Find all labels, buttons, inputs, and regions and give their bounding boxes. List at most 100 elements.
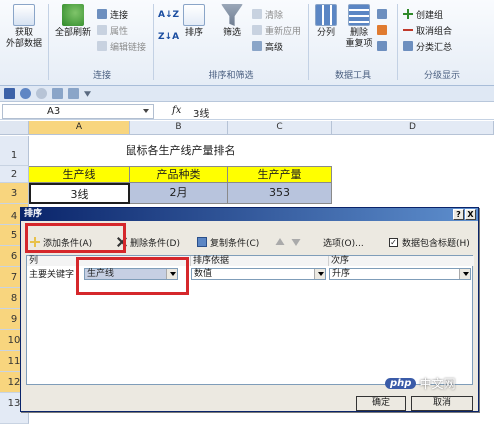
delete-condition-button[interactable]: 删除条件(D)	[117, 234, 180, 250]
filter-funnel-icon	[221, 4, 243, 26]
name-box[interactable]: A3	[2, 104, 154, 119]
dialog-title-bar: 排序	[21, 208, 478, 221]
arrow-down-icon	[291, 239, 301, 246]
subtotal-button[interactable]: 分类汇总	[403, 39, 452, 53]
sort-ascending-button[interactable]: A↓Z	[158, 8, 179, 22]
filter-button[interactable]: 筛选	[218, 4, 246, 39]
name-box-dropdown-icon[interactable]	[143, 109, 149, 113]
reapply-label: 重新应用	[265, 26, 302, 37]
sheet-title-cell[interactable]: 鼠标各生产线产量排名	[29, 136, 332, 166]
group-label-outline: 分级显示	[423, 71, 460, 81]
row-header[interactable]: 1	[0, 136, 29, 166]
insert-function-icon[interactable]: fx	[172, 105, 181, 116]
clear-filter-button[interactable]: 清除	[252, 7, 283, 21]
edit-links-button[interactable]: 编辑链接	[97, 39, 146, 53]
ungroup-label: 取消组合	[416, 26, 453, 37]
database-icon	[13, 4, 35, 26]
connections-icon	[97, 9, 107, 19]
consolidate-button[interactable]	[377, 23, 390, 37]
consolidate-icon	[377, 25, 387, 35]
properties-button[interactable]: 属性	[97, 23, 128, 37]
undo-icon[interactable]	[20, 88, 31, 99]
options-label: 选项(O)...	[323, 238, 364, 249]
column-header-b[interactable]: B	[130, 121, 228, 135]
group-label-sort-filter: 排序和筛选	[208, 71, 254, 81]
chevron-down-icon[interactable]	[459, 269, 470, 279]
what-if-button[interactable]	[377, 39, 390, 53]
has-headers-checkbox[interactable]: ✓ 数据包含标题(H)	[389, 234, 470, 250]
php-logo: php	[385, 378, 417, 389]
ungroup-button[interactable]: 取消组合	[403, 23, 452, 37]
clear-filter-label: 清除	[265, 10, 284, 21]
refresh-all-button[interactable]: 全部刷新	[53, 4, 93, 39]
move-up-button[interactable]	[275, 234, 288, 250]
sort-quick-icon[interactable]	[68, 88, 79, 99]
subtotal-icon	[403, 41, 413, 51]
sort-descending-icon: Z↓A	[158, 32, 180, 42]
split-columns-icon	[315, 4, 337, 26]
group-label-connections: 连接	[92, 71, 111, 81]
row-header[interactable]: 3	[0, 183, 29, 204]
customize-dropdown-icon[interactable]	[84, 91, 91, 97]
data-cell[interactable]: 353	[228, 183, 332, 204]
help-button[interactable]: ?	[453, 209, 464, 220]
active-cell-a3[interactable]: 3线	[29, 183, 130, 204]
redo-icon[interactable]	[36, 88, 47, 99]
header-cell-product-type[interactable]: 产品种类	[130, 166, 228, 183]
refresh-all-label: 全部刷新	[54, 28, 91, 38]
group-label: 创建组	[416, 10, 444, 21]
sort-button[interactable]: 排序	[180, 4, 208, 39]
copy-condition-label: 复制条件(C)	[210, 238, 260, 249]
copy-condition-button[interactable]: 复制条件(C)	[197, 234, 259, 250]
filter-label: 筛选	[222, 28, 241, 38]
arrow-up-icon	[275, 238, 285, 245]
column-header-d[interactable]: D	[332, 121, 494, 135]
row-header[interactable]: 2	[0, 166, 29, 183]
text-to-columns-label: 分列	[316, 28, 335, 38]
chevron-down-icon[interactable]	[314, 269, 325, 279]
formula-input[interactable]: 3线	[193, 105, 209, 120]
refresh-icon	[62, 4, 84, 26]
subtotal-label: 分类汇总	[416, 42, 453, 53]
sort-descending-button[interactable]: Z↓A	[158, 30, 179, 44]
advanced-filter-icon	[252, 41, 262, 51]
column-header-c[interactable]: C	[228, 121, 332, 135]
get-external-data-button[interactable]: 获取 外部数据	[2, 4, 46, 50]
ribbon: 获取 外部数据 全部刷新 连接 属性 编辑链接 连接 A↓Z Z↓A 排序 筛选…	[0, 0, 494, 86]
remove-duplicates-button[interactable]: 删除 重复项	[343, 4, 375, 50]
save-icon[interactable]	[4, 88, 15, 99]
column-header-a[interactable]: A	[29, 121, 130, 135]
header-cell-production-line[interactable]: 生产线	[29, 166, 130, 183]
options-button[interactable]: 选项(O)...	[323, 234, 364, 250]
data-cell[interactable]: 2月	[130, 183, 228, 204]
sort-label: 排序	[184, 28, 203, 38]
print-preview-icon[interactable]	[52, 88, 63, 99]
remove-duplicates-label: 删除 重复项	[345, 28, 373, 49]
group-button[interactable]: 创建组	[403, 7, 443, 21]
ungroup-icon	[403, 29, 413, 31]
properties-icon	[97, 25, 107, 35]
formula-bar: A3 fx 3线	[0, 103, 494, 120]
close-button[interactable]: X	[465, 209, 476, 220]
reapply-button[interactable]: 重新应用	[252, 23, 301, 37]
text-to-columns-button[interactable]: 分列	[312, 4, 340, 39]
sort-on-dropdown[interactable]: 数值	[191, 268, 326, 280]
checkbox-checked-icon[interactable]: ✓	[389, 237, 398, 247]
data-validation-button[interactable]	[377, 7, 390, 21]
connections-button[interactable]: 连接	[97, 7, 128, 21]
watermark-text: 中文网	[419, 377, 456, 391]
move-down-button[interactable]	[291, 234, 304, 250]
header-cell-output[interactable]: 生产产量	[228, 166, 332, 183]
advanced-filter-label: 高级	[265, 42, 284, 53]
highlight-main-key	[76, 257, 189, 295]
clear-filter-icon	[252, 9, 262, 19]
order-dropdown[interactable]: 升序	[329, 268, 471, 280]
copy-condition-icon	[197, 237, 207, 247]
select-all-corner[interactable]	[0, 121, 29, 135]
ok-button[interactable]: 确定	[356, 396, 406, 411]
watermark: php 中文网	[385, 375, 455, 392]
properties-label: 属性	[110, 26, 129, 37]
advanced-filter-button[interactable]: 高级	[252, 39, 283, 53]
cancel-button[interactable]: 取消	[411, 396, 473, 411]
dialog-title: 排序	[24, 209, 43, 219]
